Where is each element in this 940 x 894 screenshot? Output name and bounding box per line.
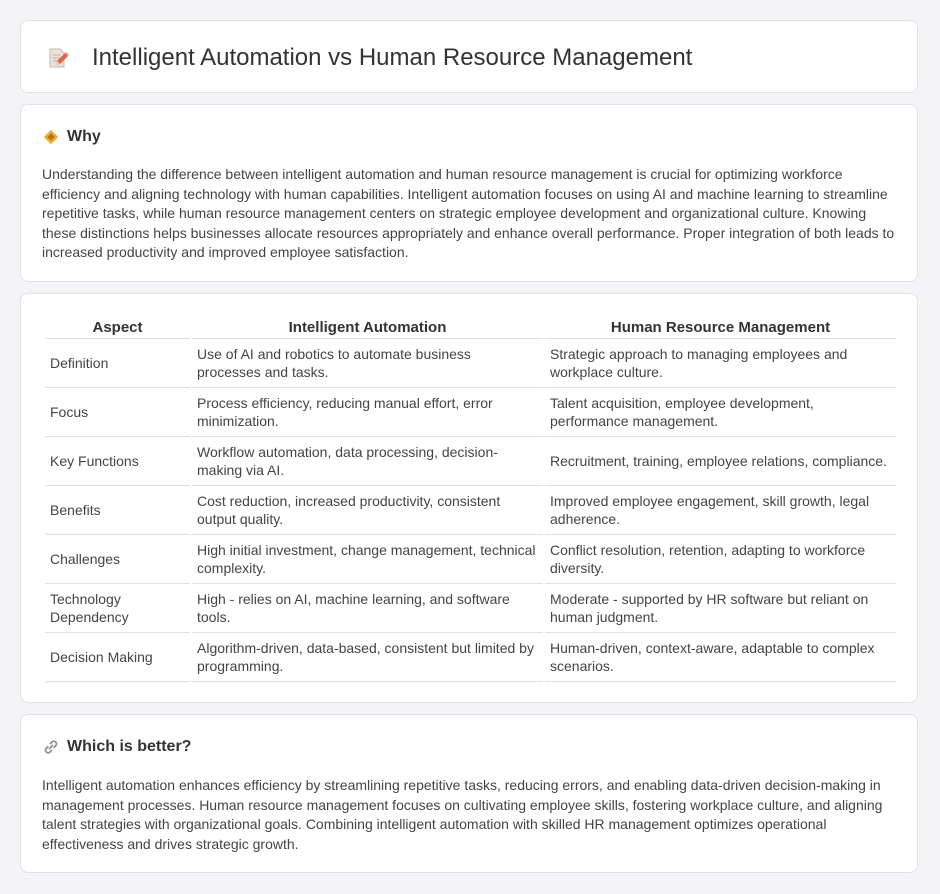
ia-cell: Algorithm-driven, data-based, consistent… — [192, 633, 543, 682]
hrm-cell: Conflict resolution, retention, adapting… — [545, 535, 896, 584]
why-section: Why Understanding the difference between… — [20, 104, 918, 282]
why-body: Understanding the difference between int… — [42, 166, 895, 260]
document-pencil-icon — [49, 48, 69, 68]
which-is-better-section: Which is better? Intelligent automation … — [20, 714, 918, 873]
hrm-cell: Strategic approach to managing employees… — [545, 339, 896, 388]
table-row: Challenges High initial investment, chan… — [45, 535, 896, 584]
aspect-cell: Decision Making — [45, 633, 190, 682]
ia-cell: Use of AI and robotics to automate busin… — [192, 339, 543, 388]
better-heading: Which is better? — [43, 737, 191, 757]
comparison-section: Aspect Intelligent Automation Human Reso… — [20, 293, 918, 703]
table-row: Technology Dependency High - relies on A… — [45, 584, 896, 633]
link-icon — [44, 740, 58, 754]
aspect-cell: Benefits — [45, 486, 190, 535]
header-human-resource-management: Human Resource Management — [545, 316, 896, 339]
header-intelligent-automation: Intelligent Automation — [192, 316, 543, 339]
table-row: Definition Use of AI and robotics to aut… — [45, 339, 896, 388]
ia-cell: Workflow automation, data processing, de… — [192, 437, 543, 486]
hrm-cell: Human-driven, context-aware, adaptable t… — [545, 633, 896, 682]
hrm-cell: Recruitment, training, employee relation… — [545, 437, 896, 486]
table-row: Decision Making Algorithm-driven, data-b… — [45, 633, 896, 682]
aspect-cell: Focus — [45, 388, 190, 437]
hrm-cell: Talent acquisition, employee development… — [545, 388, 896, 437]
table-row: Benefits Cost reduction, increased produ… — [45, 486, 896, 535]
why-title: Why — [67, 128, 101, 145]
ia-cell: Process efficiency, reducing manual effo… — [192, 388, 543, 437]
ia-cell: Cost reduction, increased productivity, … — [192, 486, 543, 535]
aspect-cell: Key Functions — [45, 437, 190, 486]
table-row: Key Functions Workflow automation, data … — [45, 437, 896, 486]
aspect-cell: Technology Dependency — [45, 584, 190, 633]
page-title: Intelligent Automation vs Human Resource… — [92, 44, 693, 71]
aspect-cell: Challenges — [45, 535, 190, 584]
hrm-cell: Improved employee engagement, skill grow… — [545, 486, 896, 535]
diamond-sign-icon — [43, 129, 59, 145]
header-card: Intelligent Automation vs Human Resource… — [20, 20, 918, 93]
comparison-table: Aspect Intelligent Automation Human Reso… — [43, 316, 898, 682]
table-row: Focus Process efficiency, reducing manua… — [45, 388, 896, 437]
table-header-row: Aspect Intelligent Automation Human Reso… — [45, 316, 896, 339]
why-heading: Why — [43, 127, 101, 147]
hrm-cell: Moderate - supported by HR software but … — [545, 584, 896, 633]
better-body: Intelligent automation enhances efficien… — [42, 777, 883, 852]
ia-cell: High - relies on AI, machine learning, a… — [192, 584, 543, 633]
better-title: Which is better? — [67, 738, 192, 755]
ia-cell: High initial investment, change manageme… — [192, 535, 543, 584]
header-aspect: Aspect — [45, 316, 190, 339]
aspect-cell: Definition — [45, 339, 190, 388]
